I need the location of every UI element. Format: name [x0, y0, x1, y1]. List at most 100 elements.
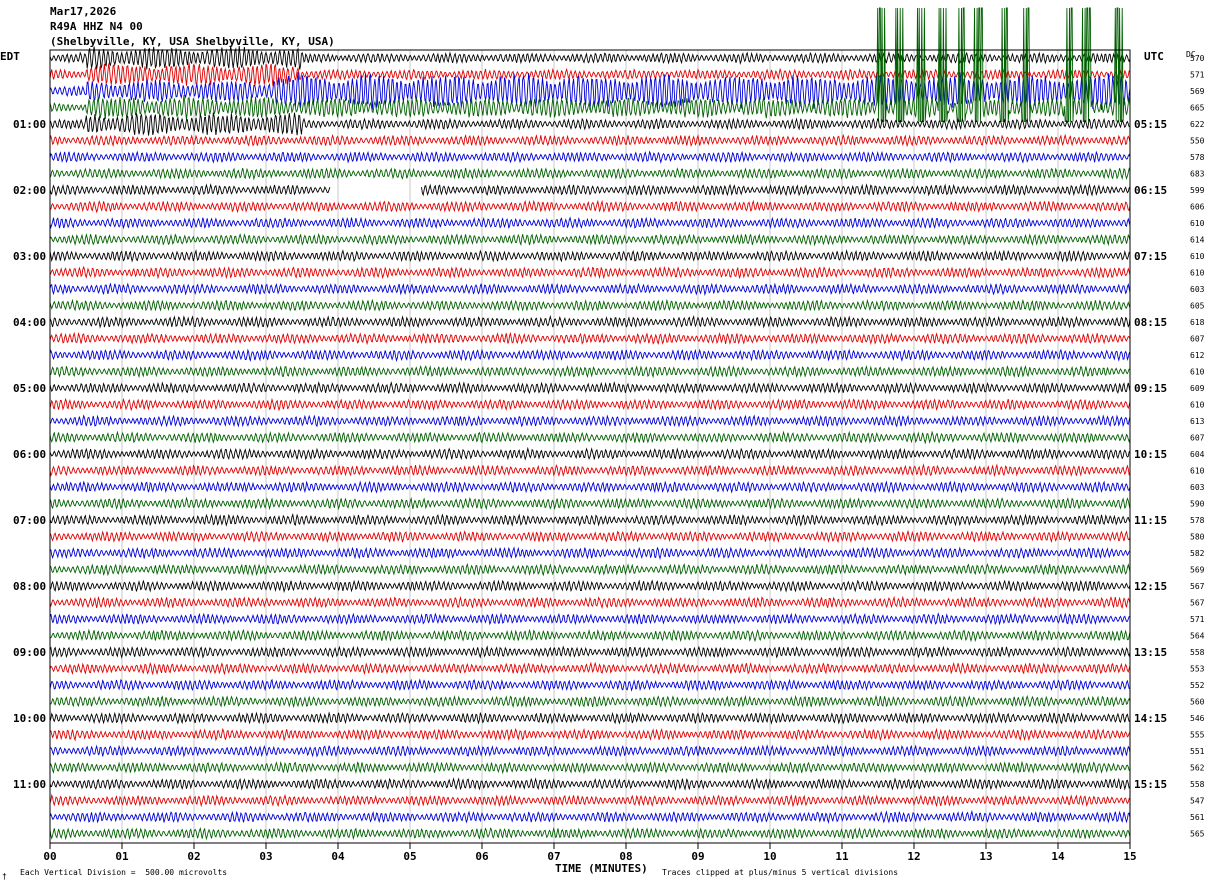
dc-offset-label: 605 — [1190, 302, 1205, 311]
dc-offset-label: 622 — [1190, 120, 1205, 129]
seismic-traces — [49, 7, 1131, 841]
dc-offset-label: 569 — [1190, 87, 1205, 96]
trace-row-26 — [49, 480, 1131, 494]
x-tick-label: 03 — [259, 850, 272, 863]
trace-row-11 — [49, 232, 1131, 247]
dc-offset-label: 551 — [1190, 747, 1205, 756]
clip-note: Traces clipped at plus/minus 5 vertical … — [662, 868, 899, 877]
dc-offset-label: 609 — [1190, 384, 1205, 393]
dc-offset-label: 610 — [1190, 401, 1205, 410]
trace-row-31 — [49, 562, 1131, 577]
dc-offset-label: 607 — [1190, 434, 1205, 443]
right-hour-label: 12:15 — [1134, 580, 1167, 593]
trace-row-29 — [49, 529, 1131, 544]
trace-row-5 — [49, 133, 1131, 148]
dc-offset-label: 612 — [1190, 351, 1205, 360]
right-hour-label: 14:15 — [1134, 712, 1167, 725]
trace-row-28 — [49, 512, 1131, 527]
dc-offset-label: 546 — [1190, 714, 1205, 723]
dc-offset-label: 567 — [1190, 599, 1205, 608]
dc-offset-label: 590 — [1190, 500, 1205, 509]
trace-row-15 — [49, 298, 1131, 313]
dc-offset-label: 571 — [1190, 71, 1205, 80]
left-hour-label: 01:00 — [13, 118, 46, 131]
right-hour-label: 15:15 — [1134, 778, 1167, 791]
x-tick-label: 06 — [475, 850, 489, 863]
trace-row-39 — [49, 694, 1131, 709]
right-hour-label: 09:15 — [1134, 382, 1167, 395]
dc-offset-label: 578 — [1190, 516, 1205, 525]
dc-offset-label: 614 — [1190, 236, 1205, 245]
x-tick-label: 02 — [187, 850, 200, 863]
scale-note: Each Vertical Division = 500.00 microvol… — [20, 868, 228, 877]
dc-offset-label: 604 — [1190, 450, 1205, 459]
dc-offset-label: 610 — [1190, 252, 1205, 261]
trace-row-7 — [49, 167, 1131, 181]
trace-row-17 — [49, 331, 1131, 346]
trace-row-33 — [49, 595, 1131, 610]
right-hour-label: 10:15 — [1134, 448, 1167, 461]
dc-offset-label: 613 — [1190, 417, 1205, 426]
corner-mark: † — [2, 872, 7, 881]
trace-row-30 — [50, 546, 1131, 561]
left-hour-label: 04:00 — [13, 316, 46, 329]
plot-frame — [49, 49, 1131, 844]
dc-offset-label: 565 — [1190, 830, 1205, 839]
left-hour-label: 03:00 — [13, 250, 46, 263]
trace-row-23 — [49, 430, 1131, 445]
trace-row-32 — [49, 579, 1131, 594]
trace-row-45 — [49, 793, 1131, 808]
dc-offset-label: 582 — [1190, 549, 1205, 558]
dc-offset-label: 606 — [1190, 203, 1205, 212]
dc-offset-label: 610 — [1190, 467, 1205, 476]
x-tick-label: 14 — [1051, 850, 1065, 863]
dc-offset-label: 562 — [1190, 764, 1205, 773]
trace-row-34 — [49, 612, 1131, 626]
x-tick-label: 05 — [403, 850, 416, 863]
dc-offset-label: 603 — [1190, 483, 1205, 492]
trace-row-42 — [49, 744, 1131, 758]
dc-offset-label: 610 — [1190, 269, 1205, 278]
trace-row-20 — [49, 381, 1131, 395]
helicorder-plot: 00 01 02 03 04 05 06 07 08 09 10 11 12 13 14 15 01:0002… — [13, 7, 1205, 863]
trace-row-12 — [49, 249, 1131, 263]
dc-offset-label: 607 — [1190, 335, 1205, 344]
time-axis: 00 01 02 03 04 05 06 07 08 09 10 11 12 13 14 15 — [43, 843, 1137, 863]
trace-row-46 — [49, 809, 1131, 825]
trace-row-14 — [49, 282, 1131, 297]
right-hour-label: 07:15 — [1134, 250, 1167, 263]
grid-lines — [121, 50, 1059, 843]
dc-offset-label: 603 — [1190, 285, 1205, 294]
x-tick-label: 09 — [691, 850, 704, 863]
trace-row-35 — [49, 628, 1131, 643]
dc-offset-label: 578 — [1190, 153, 1205, 162]
dc-offset-label: 570 — [1190, 54, 1205, 63]
trace-row-22 — [49, 414, 1131, 428]
x-tick-label: 01 — [115, 850, 129, 863]
left-hour-label: 10:00 — [13, 712, 46, 725]
right-hour-label: 11:15 — [1134, 514, 1167, 527]
dc-offset-label: 550 — [1190, 137, 1205, 146]
dc-offset-label: 560 — [1190, 698, 1205, 707]
dc-offset-label: 571 — [1190, 615, 1205, 624]
trace-row-13 — [49, 265, 1131, 280]
dc-offset-label: 558 — [1190, 648, 1205, 657]
right-hour-label: 05:15 — [1134, 118, 1167, 131]
dc-offset-label: 552 — [1190, 681, 1205, 690]
dc-offset-label: 567 — [1190, 582, 1205, 591]
dc-offset-label: 610 — [1190, 219, 1205, 228]
trace-row-8 — [49, 183, 1131, 197]
trace-row-38 — [49, 678, 1130, 692]
trace-row-36 — [49, 645, 1131, 659]
trace-row-9 — [49, 199, 1131, 214]
x-tick-label: 12 — [907, 850, 920, 863]
left-hour-label: 09:00 — [13, 646, 46, 659]
left-hour-label: 05:00 — [13, 382, 46, 395]
dc-offset-label: 665 — [1190, 104, 1205, 113]
trace-row-10 — [49, 216, 1131, 230]
trace-row-21 — [49, 397, 1131, 412]
trace-row-24 — [49, 446, 1131, 461]
trace-row-19 — [49, 364, 1131, 379]
trace-row-40 — [49, 711, 1131, 725]
x-tick-label: 11 — [835, 850, 849, 863]
